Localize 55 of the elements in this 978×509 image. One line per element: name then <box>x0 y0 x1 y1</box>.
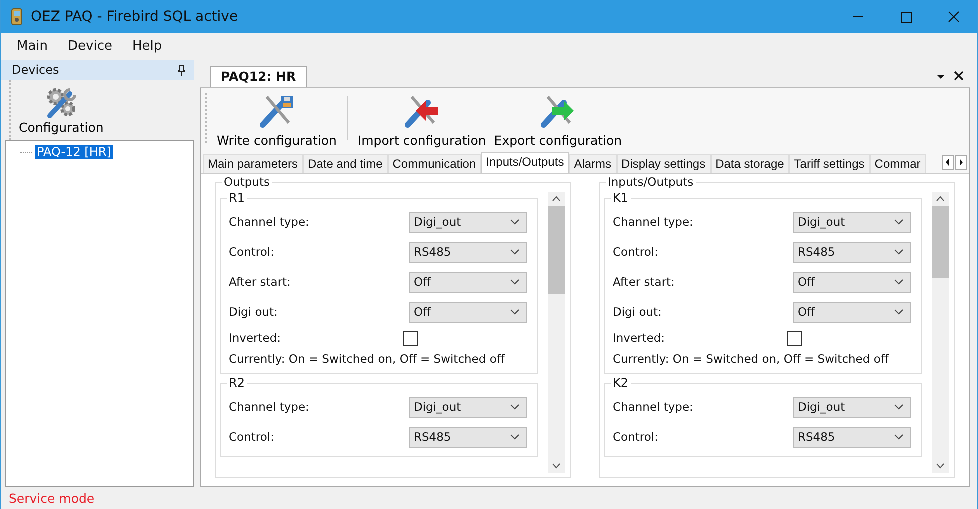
field-label: Inverted: <box>613 331 666 345</box>
dropdown[interactable]: RS485 <box>793 242 911 262</box>
menu-item[interactable]: Device <box>60 37 121 56</box>
field-label: Control: <box>229 430 274 444</box>
field-label: Channel type: <box>613 400 694 414</box>
note-text: Currently: On = Switched on, Off = Switched off <box>229 351 506 368</box>
panel-title: Devices <box>12 63 60 77</box>
field-label: Channel type: <box>229 400 310 414</box>
dropdown[interactable]: RS485 <box>793 426 911 448</box>
channel-title: R1 <box>227 192 247 205</box>
dropdown[interactable]: RS485 <box>409 242 527 262</box>
channel-title: K2 <box>611 376 631 390</box>
field-label: Channel type: <box>229 215 310 229</box>
tab[interactable]: Alarms <box>569 154 617 173</box>
field-label: Control: <box>613 430 658 444</box>
dropdown[interactable]: RS485 <box>409 426 527 448</box>
document-tab[interactable]: PAQ12: HR <box>210 66 308 87</box>
import-configuration-button[interactable]: Import configuration <box>354 93 490 148</box>
field-label: Inverted: <box>229 331 282 345</box>
tab[interactable]: Tariff settings <box>789 154 870 173</box>
tab[interactable]: Data storage <box>710 154 790 173</box>
tab[interactable]: Commar <box>870 154 926 173</box>
dropdown[interactable]: Off <box>409 272 527 292</box>
note-text: Currently: On = Switched on, Off = Switched off <box>613 351 890 368</box>
window-title: OEZ PAQ - Firebird SQL active <box>31 8 238 24</box>
tab[interactable]: Main parameters <box>203 154 304 173</box>
field-label: Digi out: <box>229 305 278 319</box>
tree-item[interactable]: PAQ-12 [HR] <box>35 145 114 159</box>
group-title: Outputs <box>222 175 272 189</box>
field-label: Channel type: <box>613 215 694 229</box>
tab[interactable]: Display settings <box>616 154 711 173</box>
dropdown[interactable]: Digi_out <box>409 212 527 232</box>
dropdown[interactable]: Off <box>793 272 911 292</box>
group-title: Inputs/Outputs <box>606 175 696 189</box>
field-label: Digi out: <box>613 305 662 319</box>
dropdown[interactable]: Digi_out <box>409 396 527 418</box>
configuration-button[interactable]: Configuration <box>19 86 104 134</box>
write-configuration-button[interactable]: Write configuration <box>213 93 341 148</box>
menu-item[interactable]: Main <box>9 37 56 56</box>
tab[interactable]: Date and time <box>303 154 388 173</box>
dropdown[interactable]: Digi_out <box>793 396 911 418</box>
field-label: Control: <box>229 245 274 259</box>
field-label: Control: <box>613 245 658 259</box>
field-label: After start: <box>613 275 675 289</box>
tab[interactable]: Communication <box>388 154 482 173</box>
tab[interactable]: Inputs/Outputs <box>481 152 570 173</box>
field-label: After start: <box>229 275 291 289</box>
dropdown[interactable]: Digi_out <box>793 212 911 232</box>
channel-title: K1 <box>611 192 631 205</box>
status-text: Service mode <box>9 490 95 506</box>
export-configuration-button[interactable]: Export configuration <box>490 93 626 148</box>
dropdown[interactable]: Off <box>793 302 911 322</box>
menu-item[interactable]: Help <box>124 37 170 56</box>
dropdown[interactable]: Off <box>409 302 527 322</box>
channel-title: R2 <box>227 376 247 390</box>
